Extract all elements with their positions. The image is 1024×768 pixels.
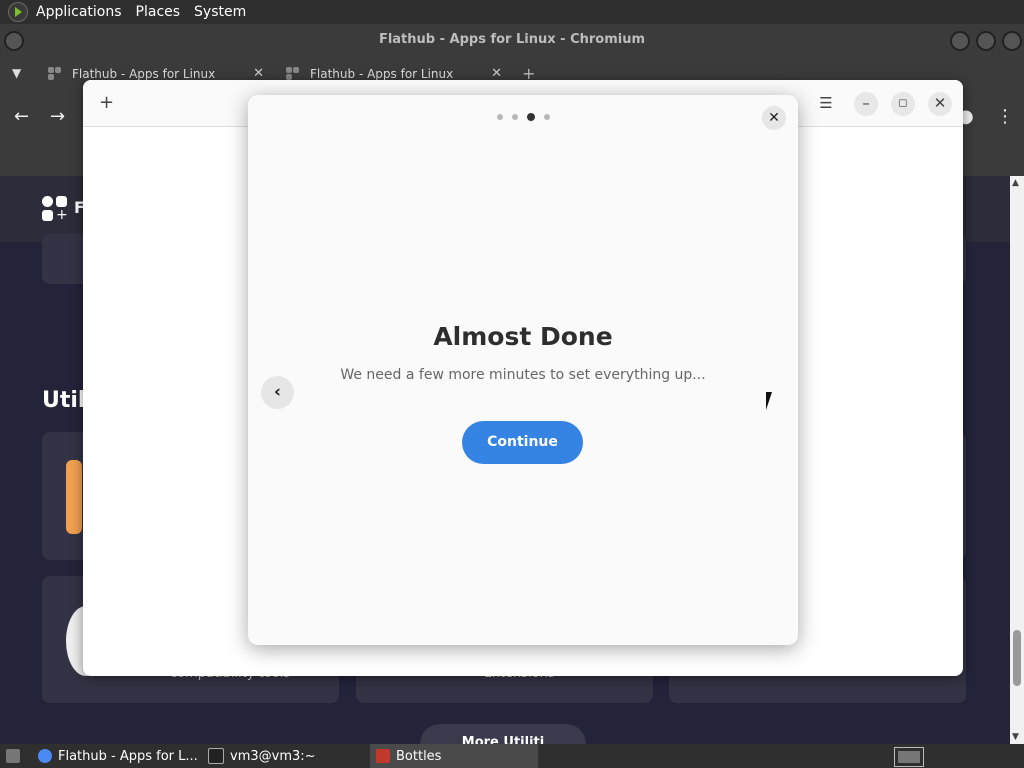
browser-title-bar: Flathub - Apps for Linux - Chromium (0, 24, 1024, 56)
menu-system[interactable]: System (194, 4, 246, 20)
add-icon[interactable]: + (99, 92, 114, 113)
pager-dots (248, 113, 798, 121)
pager-dot[interactable] (511, 114, 518, 120)
continue-button[interactable]: Continue (462, 421, 583, 464)
system-logo-icon[interactable] (8, 2, 28, 22)
dialog-title: Almost Done (433, 322, 613, 351)
window-title: Flathub - Apps for Linux - Chromium (378, 32, 646, 47)
workspace-switcher[interactable] (894, 747, 924, 767)
bottles-icon (376, 749, 390, 763)
browser-menu-icon[interactable]: ⋮ (996, 106, 1014, 127)
app-icon (66, 460, 82, 534)
scrollbar-thumb[interactable] (1013, 630, 1021, 686)
dialog-close-icon[interactable]: ✕ (762, 106, 786, 130)
dialog-subtitle: We need a few more minutes to set everyt… (340, 367, 706, 383)
scroll-up-icon[interactable]: ▲ (1012, 178, 1019, 188)
pager-dot[interactable] (543, 114, 550, 120)
back-arrow-icon[interactable]: ← (14, 106, 29, 127)
tab-label: Flathub - Apps for Linux (310, 67, 454, 81)
desktop-icon (6, 749, 20, 763)
onboarding-dialog: ✕ ‹ Almost Done We need a few more minut… (248, 95, 798, 645)
section-title: Util (42, 388, 86, 413)
menu-applications[interactable]: Applications (36, 4, 122, 20)
mouse-pointer-icon (766, 392, 778, 410)
tab-label: Flathub - Apps for Linux (72, 67, 216, 81)
flathub-favicon-icon (48, 67, 62, 81)
forward-arrow-icon[interactable]: → (50, 106, 65, 127)
tab-close-icon[interactable]: ✕ (491, 66, 502, 81)
tab-close-icon[interactable]: ✕ (253, 66, 264, 81)
maximize-window-button[interactable] (976, 31, 996, 51)
scroll-down-icon[interactable]: ▼ (1012, 732, 1019, 742)
taskbar-item-bottles[interactable]: Bottles (370, 744, 538, 768)
pager-dot-active[interactable] (526, 113, 535, 121)
system-top-panel: Applications Places System (0, 0, 1024, 24)
flathub-logo-icon[interactable]: + (42, 196, 68, 222)
tab-search-dropdown-icon[interactable]: ▼ (12, 66, 21, 80)
app-close-button[interactable]: ✕ (928, 92, 952, 116)
hamburger-menu-icon[interactable]: ☰ (814, 92, 838, 116)
taskbar-item-label: vm3@vm3:~ (230, 748, 316, 764)
taskbar-item-chromium[interactable]: Flathub - Apps for L... (32, 744, 200, 768)
page-scrollbar[interactable]: ▲ ▼ (1010, 176, 1024, 744)
flathub-favicon-icon (286, 67, 300, 81)
bottom-taskbar: Flathub - Apps for L... vm3@vm3:~ Bottle… (0, 744, 1024, 768)
app-maximize-button[interactable]: ◻ (891, 92, 915, 116)
app-minimize-button[interactable]: – (854, 92, 878, 116)
close-window-button[interactable] (1002, 31, 1022, 51)
taskbar-item-label: Bottles (396, 748, 442, 764)
pager-dot[interactable] (496, 114, 503, 120)
terminal-icon (208, 748, 224, 764)
taskbar-item-terminal[interactable]: vm3@vm3:~ (202, 744, 370, 768)
minimize-window-button[interactable] (950, 31, 970, 51)
menu-places[interactable]: Places (136, 4, 181, 20)
chromium-icon (38, 749, 52, 763)
show-desktop-button[interactable] (0, 744, 26, 768)
taskbar-item-label: Flathub - Apps for L... (58, 748, 198, 764)
